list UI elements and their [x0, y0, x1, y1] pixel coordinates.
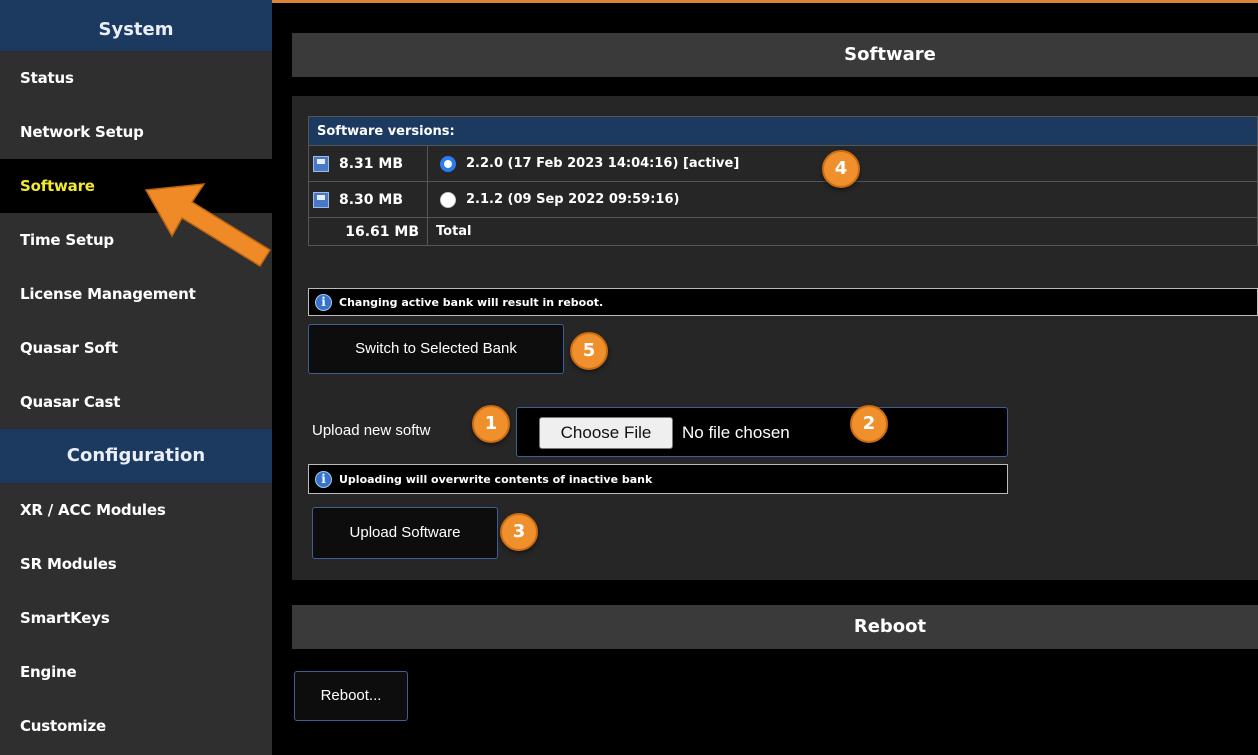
- radio-unselected[interactable]: [440, 191, 456, 208]
- software-panel: Software versions: 8.31 MB 2.2.0 (17 Feb…: [292, 96, 1258, 580]
- no-file-text: No file chosen: [682, 423, 790, 442]
- sidebar-item-status[interactable]: Status: [0, 51, 272, 105]
- sidebar-item-sr-modules[interactable]: SR Modules: [0, 537, 272, 591]
- upload-notice-text: Uploading will overwrite contents of ina…: [339, 472, 653, 486]
- version-size: 8.30 MB: [339, 191, 404, 208]
- upload-label: Upload new softw: [312, 422, 431, 439]
- sidebar-header-configuration: Configuration: [0, 429, 272, 483]
- table-row: 8.30 MB 2.1.2 (09 Sep 2022 09:59:16): [308, 182, 1258, 218]
- sidebar-item-network-setup[interactable]: Network Setup: [0, 105, 272, 159]
- floppy-disk-icon: [313, 155, 329, 172]
- info-icon: i: [315, 293, 332, 311]
- sidebar-item-license-management[interactable]: License Management: [0, 267, 272, 321]
- info-icon: i: [315, 470, 332, 488]
- version-label: 2.1.2 (09 Sep 2022 09:59:16): [466, 192, 680, 207]
- table-row: 8.31 MB 2.2.0 (17 Feb 2023 14:04:16) [ac…: [308, 146, 1258, 182]
- switch-bank-button[interactable]: Switch to Selected Bank: [308, 324, 564, 374]
- upload-software-button[interactable]: Upload Software: [312, 507, 498, 559]
- radio-selected[interactable]: [440, 155, 456, 172]
- annotation-badge-3: 3: [500, 513, 538, 551]
- annotation-badge-2: 2: [850, 405, 888, 443]
- reboot-button[interactable]: Reboot...: [294, 671, 408, 721]
- version-label: 2.2.0 (17 Feb 2023 14:04:16) [active]: [466, 156, 740, 171]
- sidebar-item-quasar-cast[interactable]: Quasar Cast: [0, 375, 272, 429]
- choose-file-button[interactable]: Choose File: [539, 417, 673, 449]
- bank-notice-text: Changing active bank will result in rebo…: [339, 295, 604, 309]
- total-size: 16.61 MB: [309, 218, 428, 245]
- version-size: 8.31 MB: [339, 155, 404, 172]
- sidebar: System Status Network Setup Software Tim…: [0, 0, 272, 755]
- sidebar-item-smartkeys[interactable]: SmartKeys: [0, 591, 272, 645]
- orange-pointer-arrow-icon: [144, 183, 272, 268]
- total-label: Total: [436, 224, 472, 239]
- sidebar-header-system: System: [0, 0, 272, 51]
- main-content: Software Software versions: 8.31 MB 2.2.…: [272, 3, 1258, 755]
- annotation-badge-1: 1: [472, 405, 510, 443]
- file-input[interactable]: Choose File No file chosen: [516, 407, 1008, 457]
- versions-table: Software versions: 8.31 MB 2.2.0 (17 Feb…: [308, 116, 1258, 246]
- sidebar-item-engine[interactable]: Engine: [0, 645, 272, 699]
- software-panel-title: Software: [292, 33, 1258, 77]
- versions-header: Software versions:: [308, 116, 1258, 146]
- upload-notice: i Uploading will overwrite contents of i…: [308, 464, 1008, 494]
- sidebar-item-xr-acc-modules[interactable]: XR / ACC Modules: [0, 483, 272, 537]
- floppy-disk-icon: [313, 191, 329, 208]
- sidebar-item-quasar-soft[interactable]: Quasar Soft: [0, 321, 272, 375]
- annotation-badge-5: 5: [570, 332, 608, 370]
- table-row-total: 16.61 MB Total: [308, 218, 1258, 246]
- annotation-badge-4: 4: [822, 150, 860, 188]
- sidebar-item-customize[interactable]: Customize: [0, 699, 272, 753]
- bank-notice: i Changing active bank will result in re…: [308, 288, 1258, 316]
- reboot-panel-title: Reboot: [292, 605, 1258, 649]
